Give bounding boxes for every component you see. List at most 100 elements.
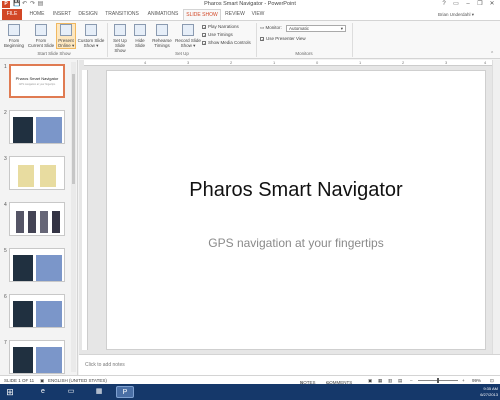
user-account[interactable]: Brian Underdahl ▾ bbox=[438, 9, 474, 20]
set-up-group-label: Set Up bbox=[175, 51, 189, 56]
record-slide-show-button[interactable]: Record Slide Show ▾ bbox=[175, 24, 201, 48]
from-current-slide-button[interactable]: From Current Slide bbox=[27, 24, 55, 48]
custom-slide-show-button[interactable]: Custom Slide Show ▾ bbox=[77, 24, 105, 48]
slide-thumbnail-6[interactable] bbox=[9, 294, 65, 328]
thumbnail-text-block bbox=[36, 347, 62, 373]
tab-transitions[interactable]: TRANSITIONS bbox=[102, 9, 142, 20]
thumbnail-image bbox=[40, 211, 48, 233]
save-icon[interactable]: 💾 bbox=[13, 1, 20, 8]
monitor-icon: ▭ bbox=[260, 25, 265, 30]
editor-scrollbar[interactable] bbox=[492, 60, 500, 354]
minimize-button[interactable]: – bbox=[462, 0, 474, 9]
slide-thumbnail-2[interactable] bbox=[9, 110, 65, 144]
tab-review[interactable]: REVIEW bbox=[223, 9, 247, 20]
status-bar: SLIDE 1 OF 11 ▣ ENGLISH (UNITED STATES) … bbox=[0, 375, 500, 385]
restore-button[interactable]: ❐ bbox=[474, 0, 486, 9]
ribbon-display-button[interactable]: ▭ bbox=[450, 0, 462, 9]
slide-thumbnail-3[interactable] bbox=[9, 156, 65, 190]
play-narrations-label: Play Narrations bbox=[208, 24, 239, 29]
slide-thumbnail-5[interactable] bbox=[9, 248, 65, 282]
use-timings-checkbox[interactable]: ✓ Use Timings bbox=[202, 32, 233, 38]
group-divider bbox=[352, 23, 353, 57]
help-button[interactable]: ? bbox=[438, 0, 450, 9]
group-divider bbox=[107, 23, 108, 57]
thumbnail-image bbox=[52, 211, 60, 233]
thumbnail-image bbox=[13, 255, 33, 281]
present-online-line2: Online ▾ bbox=[57, 43, 75, 48]
thumbnail-number: 2 bbox=[4, 110, 7, 116]
horizontal-ruler: 4 3 2 1 0 1 2 3 4 bbox=[84, 60, 494, 66]
set-up-slide-show-button[interactable]: Set Up Slide Show bbox=[109, 24, 131, 53]
rehearse-timings-icon bbox=[156, 24, 168, 36]
thumbnail-number: 1 bbox=[4, 64, 7, 70]
thumbnail-image bbox=[40, 165, 56, 187]
thumbnail-subtitle: GPS navigation at your fingertips bbox=[18, 83, 56, 86]
hide-slide-button[interactable]: Hide Slide bbox=[132, 24, 148, 48]
thumbnail-number: 7 bbox=[4, 340, 7, 346]
internet-explorer-icon[interactable]: e bbox=[34, 386, 52, 398]
show-media-controls-checkbox[interactable]: ✓ Show Media Controls bbox=[202, 40, 251, 46]
hide-slide-icon bbox=[134, 24, 146, 36]
play-narrations-checkbox[interactable]: ✓ Play Narrations bbox=[202, 24, 239, 30]
zoom-slider-thumb[interactable] bbox=[437, 378, 439, 383]
thumbnail-image bbox=[18, 165, 34, 187]
thumbnail-image bbox=[28, 211, 36, 233]
language-status[interactable]: ENGLISH (UNITED STATES) bbox=[48, 378, 107, 383]
monitor-select[interactable]: Automatic ▾ bbox=[286, 25, 346, 32]
collapse-ribbon-icon[interactable]: ⌃ bbox=[490, 51, 494, 57]
undo-icon[interactable]: ↶ bbox=[21, 1, 28, 8]
slide-subtitle[interactable]: GPS navigation at your fingertips bbox=[107, 236, 485, 250]
checkbox-checked-icon: ✓ bbox=[260, 36, 265, 42]
thumbnail-number: 5 bbox=[4, 248, 7, 254]
file-explorer-icon[interactable]: ▭ bbox=[62, 386, 80, 398]
tab-home[interactable]: HOME bbox=[26, 9, 48, 20]
close-button[interactable]: ✕ bbox=[486, 0, 498, 9]
thumbnail-number: 6 bbox=[4, 294, 7, 300]
windows-taskbar: ⊞ e ▭ ▦ P 9:35 AM 6/27/2013 bbox=[0, 384, 500, 400]
ruler-mark: 0 bbox=[316, 60, 319, 65]
ribbon: From Beginning From Current Slide Presen… bbox=[0, 20, 500, 59]
tab-insert[interactable]: INSERT bbox=[50, 9, 74, 20]
tab-animations[interactable]: ANIMATIONS bbox=[144, 9, 182, 20]
zoom-level[interactable]: 99% bbox=[472, 378, 481, 383]
use-presenter-view-label: Use Presenter View bbox=[266, 36, 306, 41]
notes-pane[interactable]: Click to add notes bbox=[79, 354, 500, 375]
zoom-in-icon[interactable]: + bbox=[462, 378, 465, 383]
monitor-select-value: Automatic bbox=[289, 26, 310, 31]
thumbnail-scrollbar-thumb[interactable] bbox=[72, 74, 75, 184]
tab-file[interactable]: FILE bbox=[2, 9, 22, 20]
windows-start-icon[interactable]: ⊞ bbox=[3, 386, 17, 398]
clock-date: 6/27/2013 bbox=[480, 391, 498, 397]
notes-placeholder: Click to add notes bbox=[85, 362, 125, 368]
rehearse-timings-button[interactable]: Rehearse Timings bbox=[150, 24, 174, 48]
powerpoint-taskbar-icon[interactable]: P bbox=[116, 386, 134, 398]
tab-design[interactable]: DESIGN bbox=[76, 9, 100, 20]
hide-slide-line2: Slide bbox=[134, 43, 145, 48]
ruler-mark: 3 bbox=[445, 60, 448, 65]
slideshow-from-current-icon bbox=[35, 24, 47, 36]
slide-thumbnail-4[interactable] bbox=[9, 202, 65, 236]
powerpoint-logo-icon: P bbox=[2, 1, 10, 8]
thumbnail-image bbox=[16, 211, 24, 233]
ruler-mark: 4 bbox=[144, 60, 147, 65]
present-online-icon bbox=[60, 24, 72, 36]
record-line2: Show ▾ bbox=[180, 43, 196, 48]
thumbnail-text-block bbox=[36, 255, 62, 281]
redo-icon[interactable]: ↷ bbox=[29, 1, 36, 8]
tab-view[interactable]: VIEW bbox=[249, 9, 267, 20]
present-online-button[interactable]: Present Online ▾ bbox=[56, 23, 76, 49]
store-icon[interactable]: ▦ bbox=[90, 386, 108, 398]
checkbox-checked-icon: ✓ bbox=[202, 40, 207, 46]
zoom-out-icon[interactable]: – bbox=[410, 378, 413, 383]
start-slideshow-icon[interactable]: ▤ bbox=[37, 1, 44, 8]
slide-canvas[interactable]: Pharos Smart Navigator GPS navigation at… bbox=[106, 70, 486, 350]
slide-thumbnail-1[interactable]: Pharos Smart Navigator GPS navigation at… bbox=[9, 64, 65, 98]
rehearse-line2: Timings bbox=[154, 43, 170, 48]
powerpoint-window: P 💾 ↶ ↷ ▤ Pharos Smart Navigator - Power… bbox=[0, 0, 500, 400]
thumbnail-image bbox=[13, 117, 33, 143]
from-beginning-button[interactable]: From Beginning bbox=[2, 24, 26, 48]
slide-thumbnail-7[interactable] bbox=[9, 340, 65, 374]
slide-title[interactable]: Pharos Smart Navigator bbox=[107, 179, 485, 202]
use-presenter-view-checkbox[interactable]: ✓ Use Presenter View bbox=[260, 36, 306, 42]
system-tray[interactable]: 9:35 AM 6/27/2013 bbox=[450, 386, 498, 398]
